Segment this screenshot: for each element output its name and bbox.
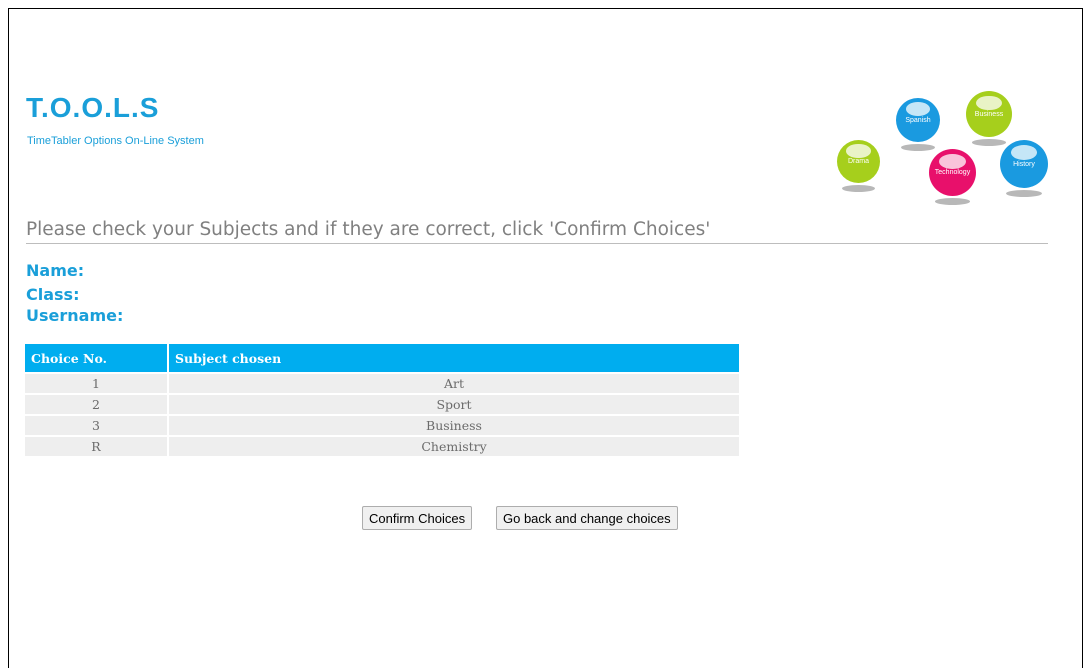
- subject-cell: Chemistry: [168, 435, 739, 456]
- choice-number-cell: 1: [25, 372, 169, 394]
- choice-number-cell: 3: [25, 414, 169, 436]
- business-ball-icon: Business: [966, 91, 1012, 146]
- confirm-choices-button[interactable]: Confirm Choices: [362, 506, 473, 530]
- choice-number-cell: R: [25, 435, 169, 456]
- class-label: Class:: [26, 285, 80, 304]
- technology-ball-icon: Technology: [929, 149, 976, 205]
- subject-cell: Sport: [168, 393, 739, 415]
- column-header-subject: Subject chosen: [168, 344, 739, 373]
- history-ball-icon: History: [1000, 140, 1048, 197]
- subject-cell: Art: [168, 372, 739, 394]
- username-label: Username:: [26, 306, 124, 325]
- go-back-change-choices-button[interactable]: Go back and change choices: [496, 506, 678, 530]
- drama-ball-icon: Drama: [837, 140, 880, 192]
- column-header-choice-no: Choice No.: [25, 344, 169, 373]
- table-row: 3 Business: [25, 414, 739, 436]
- logo-title: T.O.O.L.S: [26, 92, 160, 123]
- spanish-ball-icon: Spanish: [896, 98, 940, 151]
- ball-label-technology: Technology: [934, 169, 971, 176]
- ball-label-history: History: [1013, 160, 1035, 168]
- table-row: R Chemistry: [25, 435, 739, 456]
- page-heading: Please check your Subjects and if they a…: [26, 219, 1048, 244]
- logo-subtitle: TimeTabler Options On-Line System: [27, 135, 204, 147]
- subject-choices-table: Choice No. Subject chosen 1 Art 2 Sport …: [25, 344, 739, 456]
- name-label: Name:: [26, 261, 85, 280]
- choice-number-cell: 2: [25, 393, 169, 415]
- table-row: 1 Art: [25, 372, 739, 394]
- subject-cell: Business: [168, 414, 739, 436]
- ball-label-business: Business: [974, 110, 1004, 118]
- ball-label-drama: Drama: [847, 158, 869, 165]
- table-header-row: Choice No. Subject chosen: [25, 344, 739, 373]
- ball-label-spanish: Spanish: [905, 116, 931, 124]
- table-row: 2 Sport: [25, 393, 739, 415]
